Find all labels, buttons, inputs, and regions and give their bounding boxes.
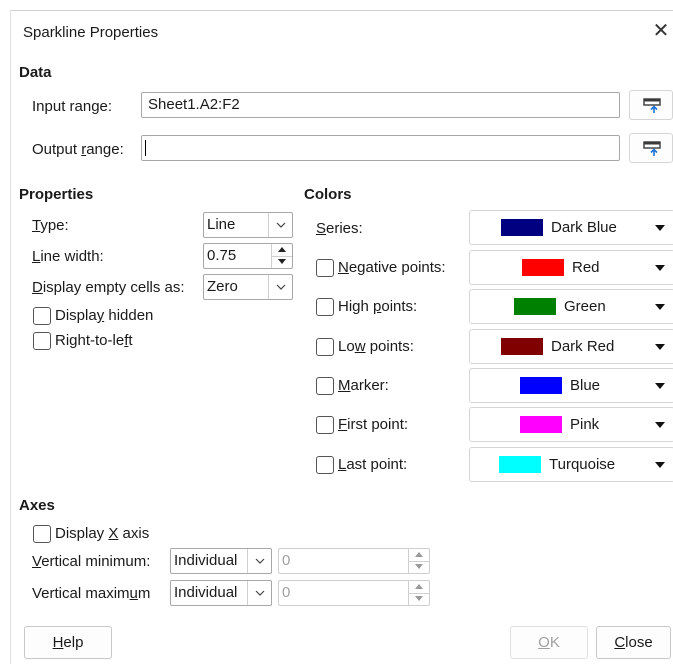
high-points-label: High points: <box>338 298 418 315</box>
series-color-dropdown[interactable]: Dark Blue <box>469 210 673 245</box>
help-button[interactable]: Help <box>24 626 112 659</box>
window-border-top <box>10 10 673 11</box>
shrink-icon <box>643 98 661 113</box>
color-swatch <box>522 259 564 276</box>
color-swatch <box>501 219 543 236</box>
input-range-shrink-button[interactable] <box>629 90 673 120</box>
color-swatch <box>520 416 562 433</box>
close-button[interactable]: Close <box>596 626 671 659</box>
chevron-down-icon <box>268 213 292 237</box>
color-name: Dark Red <box>551 338 615 355</box>
series-label: Series: <box>316 220 363 237</box>
color-name: Dark Blue <box>551 219 617 236</box>
first-point-color-dropdown[interactable]: Pink <box>469 407 673 442</box>
dropdown-arrow-icon <box>655 304 665 310</box>
last-point-color-dropdown[interactable]: Turquoise <box>469 447 673 482</box>
chevron-down-icon <box>268 275 292 299</box>
spin-down-icon[interactable] <box>409 593 429 605</box>
dropdown-arrow-icon <box>655 462 665 468</box>
dialog-title: Sparkline Properties <box>23 24 159 41</box>
line-width-label: Line width: <box>32 248 104 265</box>
chevron-down-icon <box>247 549 271 573</box>
output-range-shrink-button[interactable] <box>629 133 673 163</box>
type-select[interactable]: Line <box>203 212 293 238</box>
ok-button[interactable]: OK <box>510 626 588 659</box>
output-range-label: Output range: <box>32 141 124 158</box>
checkbox-box[interactable] <box>33 525 51 543</box>
display-x-axis-label: Display X axis <box>55 525 150 542</box>
checkbox-box[interactable] <box>316 338 334 356</box>
spin-down-icon[interactable] <box>272 256 292 268</box>
sparkline-properties-dialog: Sparkline Properties ✕ Data Input range:… <box>0 0 673 664</box>
close-icon[interactable]: ✕ <box>651 21 671 41</box>
color-swatch <box>499 456 541 473</box>
window-border-left <box>10 10 11 664</box>
vertical-maximum-label: Vertical maximum <box>32 585 151 602</box>
display-hidden-label: Display hidden <box>55 307 154 324</box>
right-to-left-label: Right-to-left <box>55 332 133 349</box>
marker-color-dropdown[interactable]: Blue <box>469 368 673 403</box>
line-width-spinner[interactable]: 0.75 <box>203 243 293 269</box>
type-label: Type: <box>32 217 69 234</box>
vertical-minimum-label: Vertical minimum: <box>32 553 151 570</box>
dropdown-arrow-icon <box>655 265 665 271</box>
low-points-color-dropdown[interactable]: Dark Red <box>469 329 673 364</box>
dropdown-arrow-icon <box>655 344 665 350</box>
display-empty-cells-label: Display empty cells as: <box>32 279 185 296</box>
last-point-label: Last point: <box>338 456 408 473</box>
properties-heading: Properties <box>19 186 94 203</box>
checkbox-box[interactable] <box>316 298 334 316</box>
input-range-label: Input range: <box>32 98 113 115</box>
color-name: Red <box>572 259 600 276</box>
color-swatch <box>520 377 562 394</box>
display-empty-cells-select[interactable]: Zero <box>203 274 293 300</box>
checkbox-box[interactable] <box>316 416 334 434</box>
spin-down-icon[interactable] <box>409 561 429 573</box>
dropdown-arrow-icon <box>655 422 665 428</box>
color-name: Blue <box>570 377 601 394</box>
input-range-field[interactable]: Sheet1.A2:F2 <box>141 92 620 118</box>
chevron-down-icon <box>247 581 271 605</box>
checkbox-box[interactable] <box>33 332 51 350</box>
dropdown-arrow-icon <box>655 383 665 389</box>
color-swatch <box>514 298 556 315</box>
dropdown-arrow-icon <box>655 225 665 231</box>
high-points-color-dropdown[interactable]: Green <box>469 289 673 324</box>
vertical-maximum-spinner[interactable]: 0 <box>278 580 430 606</box>
output-range-field[interactable] <box>141 135 620 161</box>
axes-heading: Axes <box>19 497 55 514</box>
checkbox-box[interactable] <box>33 307 51 325</box>
color-name: Pink <box>570 416 600 433</box>
negative-points-label: Negative points: <box>338 259 446 276</box>
checkbox-box[interactable] <box>316 259 334 277</box>
color-name: Green <box>564 298 606 315</box>
checkbox-box[interactable] <box>316 456 334 474</box>
negative-points-color-dropdown[interactable]: Red <box>469 250 673 285</box>
marker-label: Marker: <box>338 377 389 394</box>
first-point-label: First point: <box>338 416 409 433</box>
color-swatch <box>501 338 543 355</box>
color-name: Turquoise <box>549 456 616 473</box>
vertical-minimum-spinner[interactable]: 0 <box>278 548 430 574</box>
low-points-label: Low points: <box>338 338 414 355</box>
checkbox-box[interactable] <box>316 377 334 395</box>
vertical-maximum-mode-select[interactable]: Individual <box>170 580 272 606</box>
shrink-icon <box>643 141 661 156</box>
vertical-minimum-mode-select[interactable]: Individual <box>170 548 272 574</box>
data-heading: Data <box>19 64 52 81</box>
colors-heading: Colors <box>304 186 352 203</box>
